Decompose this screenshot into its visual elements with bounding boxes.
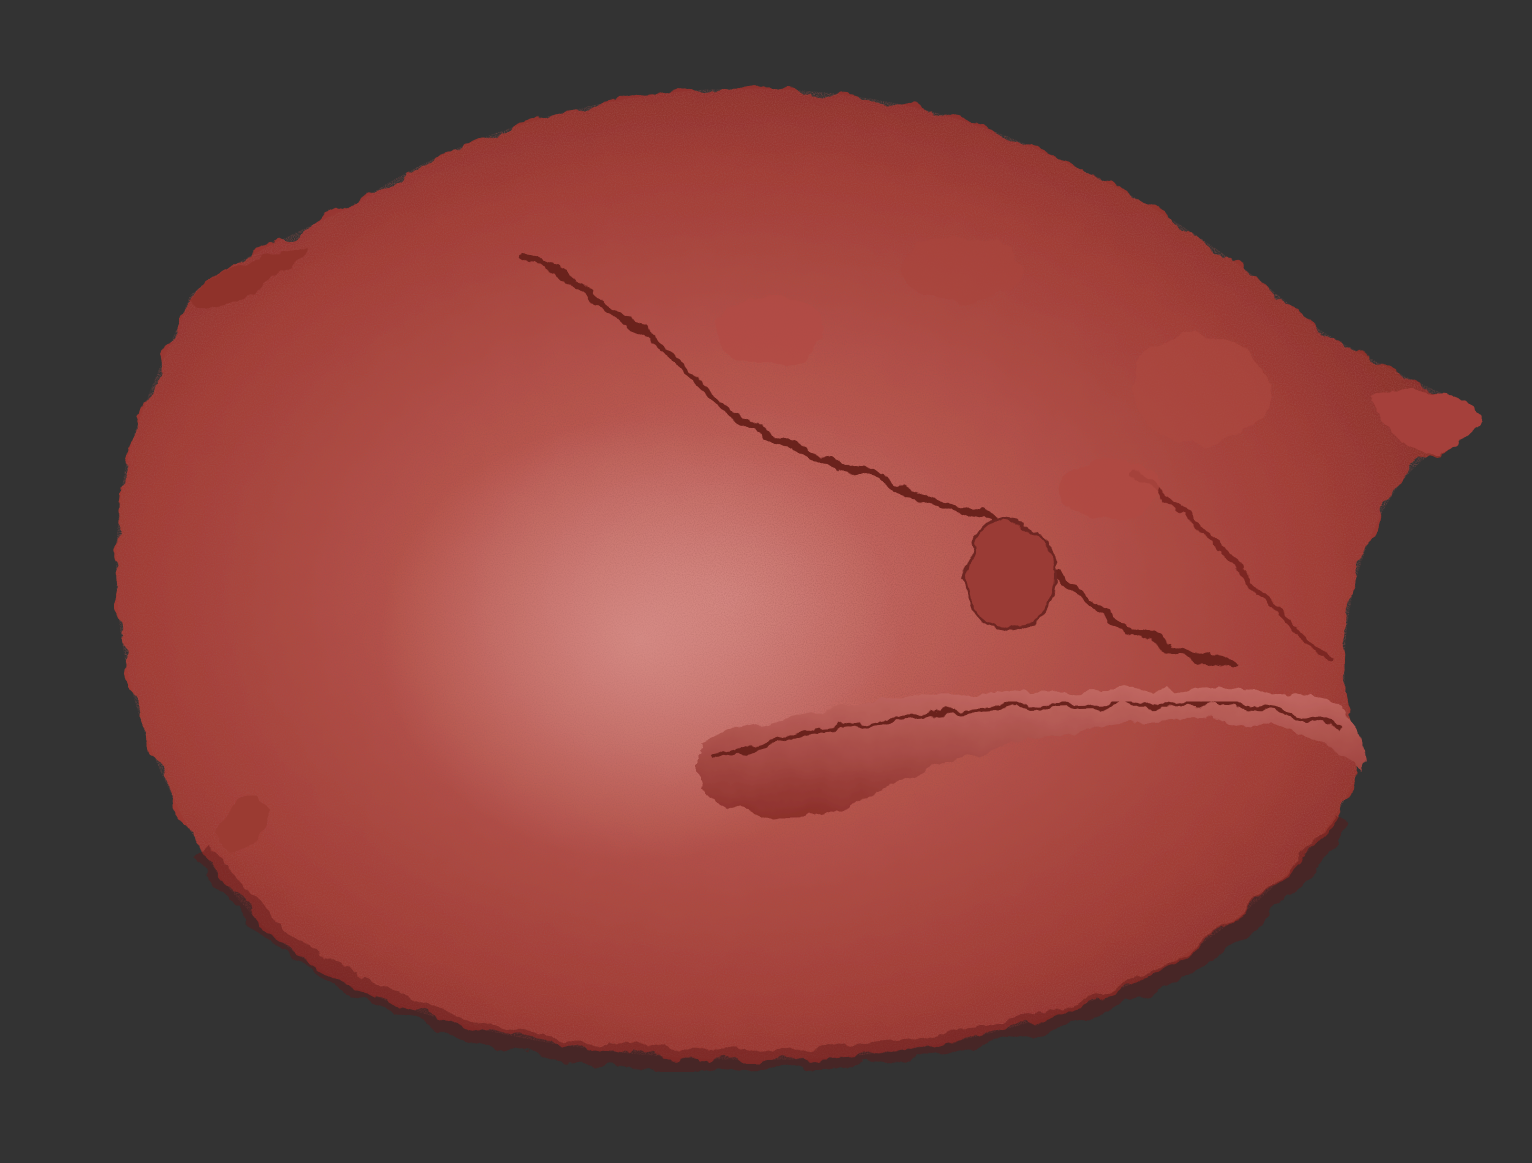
rock-bump [1130, 335, 1270, 445]
3d-viewport[interactable] [0, 0, 1532, 1163]
rock-bump [1060, 460, 1160, 520]
rock-model[interactable] [116, 88, 1480, 1070]
rock-depression [963, 518, 1057, 632]
rock-bump [900, 238, 1020, 302]
viewport-canvas [116, 88, 1480, 1070]
rock-bump [715, 295, 825, 365]
